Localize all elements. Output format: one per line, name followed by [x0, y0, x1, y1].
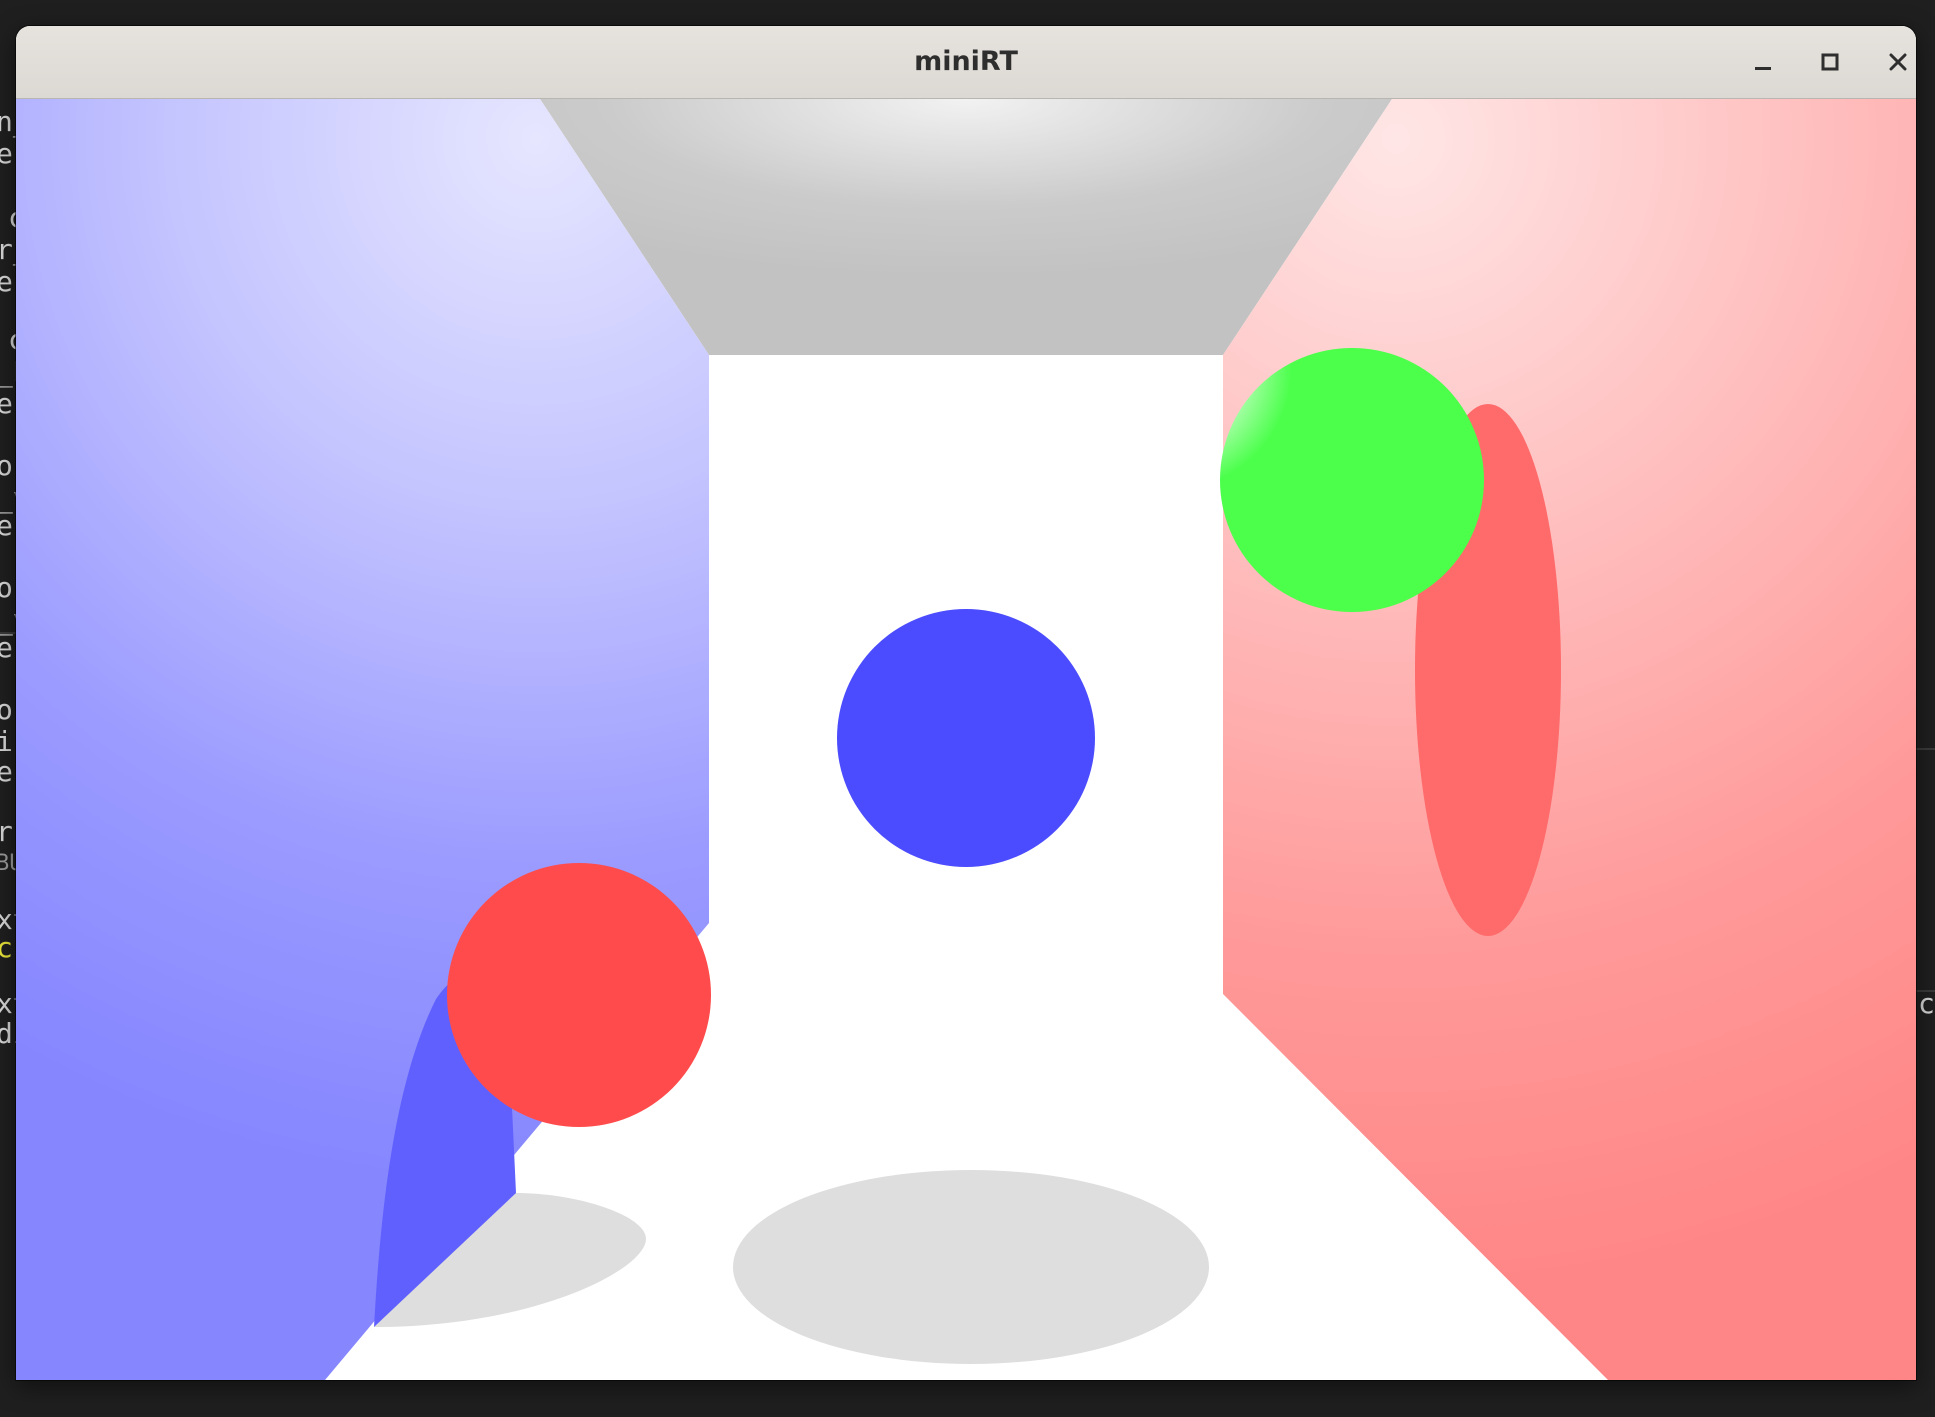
close-button[interactable]	[1878, 42, 1916, 82]
close-icon	[1889, 53, 1907, 71]
minimize-icon	[1755, 67, 1771, 70]
blue-sphere	[837, 609, 1095, 867]
terminal-line: o	[0, 693, 13, 726]
terminal-line: r	[0, 815, 13, 848]
maximize-icon	[1821, 53, 1839, 71]
green-sphere	[1220, 348, 1484, 612]
minimize-button[interactable]	[1742, 42, 1782, 82]
minirt-window: miniRT	[16, 26, 1916, 1380]
terminal-line: c,	[1918, 987, 1935, 1020]
red-sphere	[447, 863, 711, 1127]
title-bar[interactable]: miniRT	[16, 26, 1916, 99]
terminal-line: o	[0, 449, 13, 482]
terminal-line: o	[0, 571, 13, 604]
blue-sphere-shadow	[733, 1170, 1209, 1364]
maximize-button[interactable]	[1810, 42, 1850, 82]
terminal-divider	[1916, 990, 1935, 992]
render-canvas	[16, 99, 1916, 1380]
window-title: miniRT	[914, 46, 1018, 77]
terminal-divider	[0, 632, 16, 634]
terminal-divider	[1916, 748, 1935, 750]
terminal-line: c	[0, 931, 13, 964]
